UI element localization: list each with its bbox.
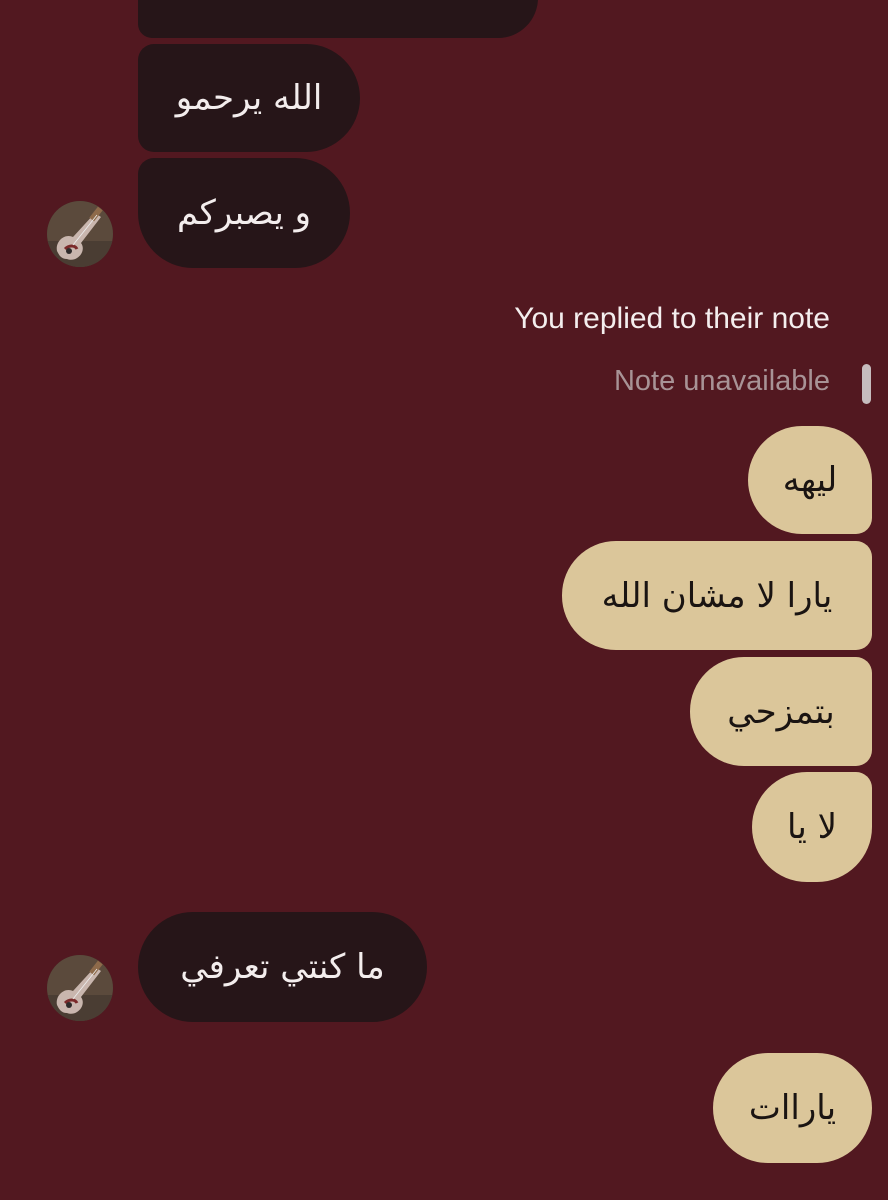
outgoing-message-bubble[interactable]: يارا لا مشان الله <box>562 541 872 650</box>
outgoing-message-bubble[interactable]: لا يا <box>752 772 872 882</box>
guitar-icon <box>47 955 113 1021</box>
outgoing-message-bubble[interactable]: ياراات <box>713 1053 872 1163</box>
message-text: لا يا <box>786 807 838 847</box>
incoming-message-bubble[interactable]: الله يرحمو <box>138 44 360 152</box>
outgoing-message-bubble[interactable]: بتمزحي <box>690 657 872 766</box>
message-text: ليهه <box>782 460 838 500</box>
message-text: يارا لا مشان الله <box>601 575 833 616</box>
incoming-message-bubble-partial[interactable] <box>138 0 538 38</box>
note-reply-label: You replied to their note <box>514 302 830 335</box>
message-text: و يصبركم <box>177 193 312 233</box>
guitar-icon <box>47 201 113 267</box>
message-text: بتمزحي <box>727 691 835 732</box>
message-text: ياراات <box>748 1088 837 1128</box>
outgoing-message-bubble[interactable]: ليهه <box>748 426 872 534</box>
incoming-message-bubble[interactable]: و يصبركم <box>138 158 350 268</box>
note-unavailable-status: Note unavailable <box>613 365 830 397</box>
message-text: الله يرحمو <box>175 78 323 118</box>
sender-avatar[interactable] <box>47 201 113 267</box>
incoming-message-bubble[interactable]: ما كنتي تعرفي <box>138 912 427 1022</box>
sender-avatar[interactable] <box>47 955 113 1021</box>
message-text: ما كنتي تعرفي <box>180 947 385 987</box>
note-quote-bar <box>862 364 871 404</box>
